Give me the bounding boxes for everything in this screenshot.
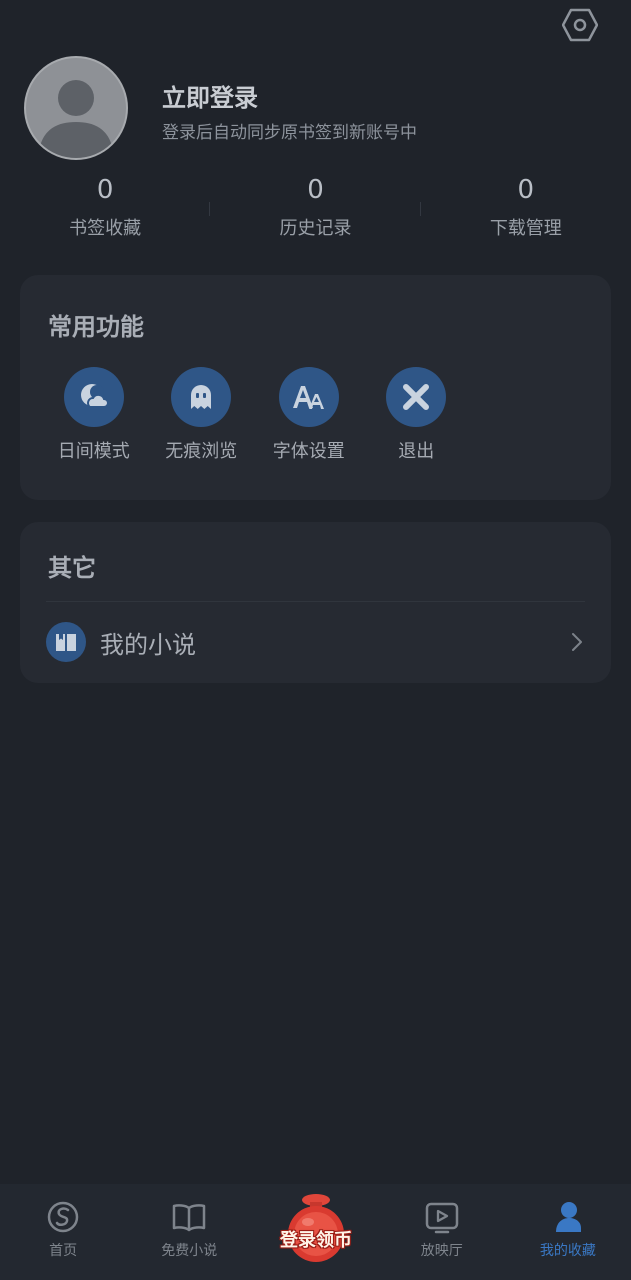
day-mode-icon — [63, 367, 124, 427]
profile-icon — [555, 1202, 581, 1232]
book-icon — [46, 622, 86, 662]
tab-label: 免费小说 — [161, 1243, 218, 1259]
stats-row: 0 书签收藏 0 历史记录 0 下载管理 — [0, 172, 631, 244]
stat-history[interactable]: 0 历史记录 — [210, 172, 421, 244]
tab-free-novels[interactable]: 免费小说 — [126, 1184, 252, 1280]
section-title: 其它 — [48, 554, 96, 582]
list-item-label: 我的小说 — [100, 630, 196, 659]
functions-row: 日间模式 无痕浏览 字体设置 退出 — [40, 367, 470, 463]
settings-button[interactable] — [561, 6, 599, 44]
close-icon — [386, 367, 447, 427]
play-icon — [425, 1202, 458, 1234]
tab-cinema[interactable]: 放映厅 — [379, 1184, 505, 1280]
login-subtitle: 登录后自动同步原书签到新账号中 — [162, 123, 417, 143]
common-functions-card: 常用功能 日间模式 无痕浏览 字体设置 退出 — [20, 275, 611, 500]
stat-downloads[interactable]: 0 下载管理 — [421, 172, 631, 244]
section-title: 常用功能 — [48, 313, 144, 341]
func-label: 退出 — [398, 441, 435, 462]
tab-label: 放映厅 — [420, 1243, 463, 1259]
login-title[interactable]: 立即登录 — [162, 78, 258, 113]
chevron-right-icon — [569, 632, 585, 652]
stat-bookmarks[interactable]: 0 书签收藏 — [0, 172, 211, 244]
tab-my-favorites[interactable]: 我的收藏 — [505, 1184, 631, 1280]
divider — [46, 601, 585, 602]
login-reward-badge[interactable]: 登录领币 — [272, 1192, 360, 1264]
day-mode-button[interactable]: 日间模式 — [40, 367, 148, 463]
stat-value: 0 — [96, 175, 114, 205]
stat-label: 书签收藏 — [69, 218, 142, 239]
tab-label: 首页 — [49, 1243, 78, 1259]
func-label: 日间模式 — [57, 441, 130, 462]
font-settings-button[interactable]: 字体设置 — [255, 367, 363, 463]
avatar[interactable] — [24, 56, 128, 160]
user-avatar-icon — [38, 80, 114, 158]
my-novels-item[interactable]: 我的小说 — [46, 618, 585, 666]
stat-value: 0 — [517, 175, 535, 205]
func-label: 字体设置 — [272, 441, 345, 462]
exit-button[interactable]: 退出 — [363, 367, 471, 463]
stat-label: 历史记录 — [279, 218, 352, 239]
ghost-icon — [171, 367, 232, 427]
open-book-icon — [173, 1204, 206, 1232]
func-label: 无痕浏览 — [165, 441, 238, 462]
profile-header[interactable]: 立即登录 登录后自动同步原书签到新账号中 — [24, 56, 607, 164]
stat-label: 下载管理 — [489, 218, 562, 239]
settings-hexagon-icon — [562, 8, 598, 42]
tab-label: 我的收藏 — [539, 1243, 596, 1259]
stat-value: 0 — [307, 175, 324, 205]
incognito-button[interactable]: 无痕浏览 — [148, 367, 256, 463]
other-card: 其它 我的小说 — [20, 522, 611, 683]
promo-text: 登录领币 — [280, 1230, 352, 1251]
home-s-icon — [47, 1201, 79, 1233]
tab-home[interactable]: 首页 — [0, 1184, 126, 1280]
font-icon — [278, 367, 339, 427]
